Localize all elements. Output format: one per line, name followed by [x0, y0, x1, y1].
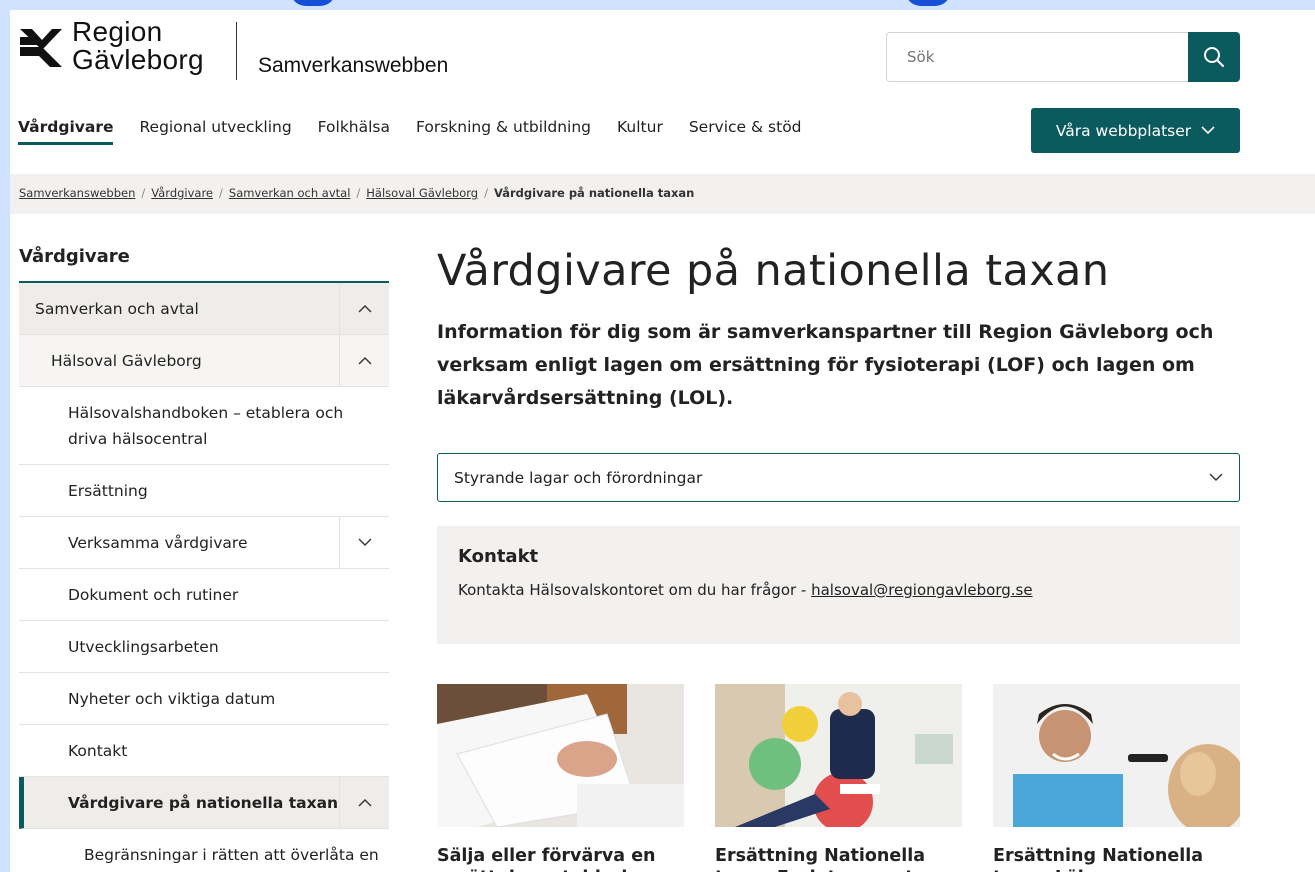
papers-in-hand-photo: [437, 684, 684, 827]
logo-line-1: Region: [72, 16, 163, 47]
sidebar-item-vardgivare-pa-nationella-taxan: Vårdgivare på nationella taxan: [19, 777, 389, 829]
site-name[interactable]: Samverkanswebben: [258, 54, 448, 78]
sidebar-item-verksamma-vardgivare: Verksamma vårdgivare: [19, 517, 389, 569]
card-lakare[interactable]: Ersättning Nationella taxan Läkare: [993, 684, 1240, 872]
contact-box: Kontakt Kontakta Hälsovalskontoret om du…: [437, 526, 1240, 644]
nav-item-kultur[interactable]: Kultur: [617, 118, 663, 145]
sidebar-item-label[interactable]: Utvecklingsarbeten: [19, 621, 389, 672]
contact-description: Kontakta Hälsovalskontoret om du har frå…: [458, 581, 812, 599]
card-title: Ersättning Nationella taxan Fysioterapeu…: [715, 846, 934, 872]
accordion-styrande-lagar[interactable]: Styrande lagar och förordningar: [437, 453, 1240, 502]
sidebar-nav: Vårdgivare Samverkan och avtal Hälsoval …: [19, 246, 389, 872]
sidebar-toggle[interactable]: [339, 517, 389, 568]
sidebar-item-samverkan-och-avtal: Samverkan och avtal: [19, 283, 389, 335]
card-list: Sälja eller förvärva en ersättningsetabl…: [437, 684, 1240, 872]
nav-item-vardgivare[interactable]: Vårdgivare: [18, 118, 114, 145]
sidebar-item-label[interactable]: Kontakt: [19, 725, 389, 776]
sidebar-item-begransningar: Begränsningar i rätten att överlåta en: [19, 829, 389, 872]
breadcrumb-separator: /: [484, 186, 488, 200]
breadcrumb-current: Vårdgivare på nationella taxan: [493, 186, 695, 200]
our-websites-label: Våra webbplatser: [1055, 121, 1192, 140]
logo-wordmark: Region Gävleborg: [72, 18, 204, 74]
breadcrumb-link[interactable]: Hälsoval Gävleborg: [366, 186, 478, 200]
chevron-down-icon: [1209, 473, 1223, 481]
sidebar-item-utvecklingsarbeten: Utvecklingsarbeten: [19, 621, 389, 673]
nav-item-service-stod[interactable]: Service & stöd: [689, 118, 802, 145]
site-logo[interactable]: Region Gävleborg: [18, 18, 204, 74]
sidebar-item-halsovalshandboken: Hälsovalshandboken – etablera och driva …: [19, 387, 389, 465]
site-header: Region Gävleborg Samverkanswebben Vårdgi…: [10, 10, 1315, 153]
contact-text: Kontakta Hälsovalskontoret om du har frå…: [458, 581, 1219, 599]
sidebar-item-halsoval-gavleborg: Hälsoval Gävleborg: [19, 335, 389, 387]
doctor-examining-ear-photo: [993, 684, 1240, 827]
breadcrumb-link[interactable]: Samverkanswebben: [19, 186, 135, 200]
contact-email-link[interactable]: halsoval@regiongavleborg.se: [811, 581, 1032, 599]
search-input[interactable]: [886, 32, 1188, 82]
main-content: Vårdgivare på nationella taxan Informati…: [437, 246, 1240, 872]
sidebar-item-kontakt: Kontakt: [19, 725, 389, 777]
search-icon: [1204, 47, 1224, 67]
main-nav: Vårdgivare Regional utveckling Folkhälsa…: [18, 118, 828, 145]
search-button[interactable]: [1188, 32, 1240, 82]
breadcrumb-bar: Samverkanswebben / Vårdgivare / Samverka…: [10, 174, 1315, 214]
sidebar-item-dokument-och-rutiner: Dokument och rutiner: [19, 569, 389, 621]
page-title: Vårdgivare på nationella taxan: [437, 246, 1110, 296]
page-frame: Region Gävleborg Samverkanswebben Vårdgi…: [10, 10, 1315, 872]
contact-heading: Kontakt: [458, 546, 539, 567]
sidebar-item-label[interactable]: Verksamma vårdgivare: [19, 517, 339, 568]
sidebar-item-label[interactable]: Dokument och rutiner: [19, 569, 389, 620]
card-salja-forvarva[interactable]: Sälja eller förvärva en ersättningsetabl…: [437, 684, 684, 872]
chevron-up-icon: [358, 799, 371, 807]
search-form: [886, 32, 1240, 82]
physiotherapist-with-exercise-balls-photo: [715, 684, 962, 827]
sidebar-toggle[interactable]: [339, 283, 389, 334]
sidebar-toggle[interactable]: [339, 335, 389, 386]
our-websites-button[interactable]: Våra webbplatser: [1031, 108, 1240, 153]
page-lead: Information för dig som är samverkanspar…: [437, 321, 1214, 409]
sidebar-item-label[interactable]: Vårdgivare på nationella taxan: [24, 777, 339, 828]
card-fysioterapeuter[interactable]: Ersättning Nationella taxan Fysioterapeu…: [715, 684, 962, 872]
card-title: Ersättning Nationella taxan Läkare: [993, 846, 1204, 872]
logo-divider: [236, 22, 237, 80]
sidebar-item-label[interactable]: Nyheter och viktiga datum: [19, 673, 389, 724]
breadcrumb-separator: /: [356, 186, 361, 200]
nav-item-folkhalsa[interactable]: Folkhälsa: [318, 118, 390, 145]
breadcrumb-link[interactable]: Samverkan och avtal: [229, 186, 351, 200]
sidebar-item-label[interactable]: Samverkan och avtal: [19, 283, 339, 334]
logo-line-2: Gävleborg: [72, 44, 204, 75]
sidebar-title[interactable]: Vårdgivare: [19, 246, 389, 283]
breadcrumb-link[interactable]: Vårdgivare: [151, 186, 213, 200]
chevron-down-icon: [1201, 126, 1215, 135]
sidebar-item-ersattning: Ersättning: [19, 465, 389, 517]
nav-item-regional-utveckling[interactable]: Regional utveckling: [139, 118, 291, 145]
sidebar-item-label[interactable]: Hälsoval Gävleborg: [19, 335, 339, 386]
nav-item-forskning-utbildning[interactable]: Forskning & utbildning: [416, 118, 591, 145]
sidebar-item-label[interactable]: Begränsningar i rätten att överlåta en: [19, 829, 389, 872]
sidebar-toggle[interactable]: [339, 777, 389, 828]
breadcrumb-separator: /: [141, 186, 146, 200]
breadcrumb: Samverkanswebben / Vårdgivare / Samverka…: [19, 186, 694, 200]
chevron-down-icon: [358, 538, 371, 546]
chevron-up-icon: [358, 357, 371, 365]
sidebar-item-nyheter-och-viktiga-datum: Nyheter och viktiga datum: [19, 673, 389, 725]
sidebar-item-label[interactable]: Hälsovalshandboken – etablera och driva …: [19, 387, 389, 464]
chevron-up-icon: [358, 305, 371, 313]
breadcrumb-separator: /: [219, 186, 223, 200]
region-gavleborg-wave-icon: [20, 29, 62, 67]
sidebar-item-label[interactable]: Ersättning: [19, 465, 389, 516]
card-title: Sälja eller förvärva en ersättningsetabl…: [437, 846, 656, 872]
accordion-label: Styrande lagar och förordningar: [454, 468, 703, 487]
